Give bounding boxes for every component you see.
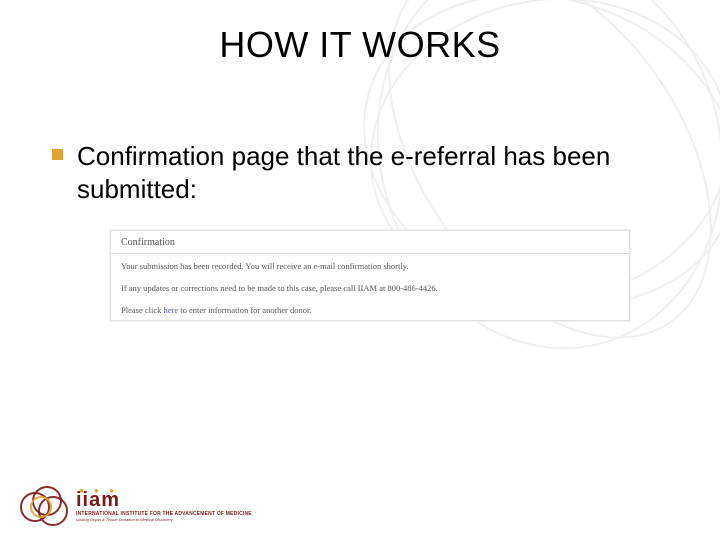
- logo-rings-icon: [20, 486, 70, 526]
- panel-line3-pre: Please click: [121, 305, 163, 315]
- bullet-text: Confirmation page that the e-referral ha…: [77, 140, 680, 207]
- logo-word: ● ● ● iiam: [76, 490, 252, 510]
- panel-line-1: Your submission has been recorded. You w…: [111, 254, 629, 276]
- bullet-marker-icon: [52, 149, 63, 160]
- iiam-logo: ● ● ● iiam INTERNATIONAL INSTITUTE FOR T…: [20, 486, 252, 526]
- slide-title: HOW IT WORKS: [0, 24, 720, 66]
- panel-header: Confirmation: [111, 231, 629, 254]
- logo-subtitle-2: Linking Organ & Tissue Donation to Medic…: [76, 518, 252, 522]
- panel-line-3: Please click here to enter information f…: [111, 298, 629, 320]
- confirmation-screenshot-panel: Confirmation Your submission has been re…: [110, 230, 630, 321]
- panel-line-2: If any updates or corrections need to be…: [111, 276, 629, 298]
- another-donor-link[interactable]: here: [163, 305, 178, 315]
- panel-line3-post: to enter information for another donor.: [178, 305, 311, 315]
- bullet-block: Confirmation page that the e-referral ha…: [52, 140, 680, 207]
